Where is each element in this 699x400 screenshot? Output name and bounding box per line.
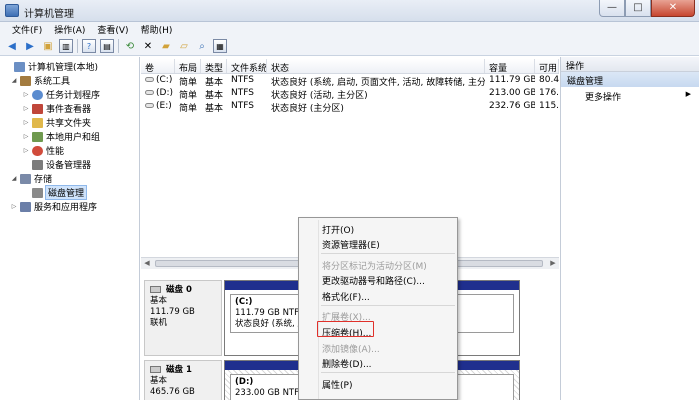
menu-gutter	[318, 220, 319, 399]
menu-separator	[321, 305, 455, 306]
disk-icon	[150, 366, 161, 373]
toolbar: ◀ ▶ ▣ ▥ ? ▤ ⟲ ✕ ▰ ▱ ⌕ ▦	[0, 37, 699, 56]
window-title: 计算机管理	[24, 9, 74, 20]
disk-management-icon	[32, 187, 43, 198]
table-row[interactable]: (E:) 简单 基本 NTFS 状态良好 (主分区) 232.76 GB 115…	[141, 100, 559, 113]
tree-expander[interactable]: ◢	[10, 175, 18, 182]
shrink-volume-highlight	[317, 321, 374, 337]
menu-item-change-drive-letter[interactable]: 更改驱动器号和路径(C)...	[322, 274, 425, 287]
tree-expander[interactable]: ◢	[10, 77, 18, 84]
column-header-filesystem[interactable]: 文件系统	[227, 59, 267, 73]
table-row[interactable]: (C:) 简单 基本 NTFS 状态良好 (系统, 启动, 页面文件, 活动, …	[141, 74, 559, 87]
actions-section-disk-management[interactable]: 磁盘管理	[561, 72, 699, 87]
column-header-status[interactable]: 状态	[267, 59, 485, 73]
event-viewer-icon	[32, 103, 43, 114]
column-header-free[interactable]: 可用	[535, 59, 559, 73]
column-header-volume[interactable]: 卷	[141, 59, 175, 73]
column-header-layout[interactable]: 布局	[175, 59, 201, 73]
console-pane-icon[interactable]: ▤	[100, 39, 114, 53]
services-icon	[20, 201, 31, 212]
tree-item-services-applications[interactable]: ▷ 服务和应用程序	[10, 200, 97, 213]
computer-management-icon	[5, 4, 19, 17]
tree-expander[interactable]: ▷	[22, 105, 30, 112]
clock-icon	[32, 89, 43, 100]
device-manager-icon	[32, 159, 43, 170]
toolbar-separator	[118, 39, 119, 53]
refresh-icon[interactable]: ⟲	[123, 39, 137, 53]
tree-item-storage[interactable]: ◢ 存储	[10, 172, 52, 185]
disk-1-info[interactable]: 磁盘 1 基本 465.76 GB	[144, 360, 222, 400]
menu-item-mark-active: 将分区标记为活动分区(M)	[322, 262, 427, 272]
drive-icon	[145, 103, 154, 108]
system-tools-icon	[20, 75, 31, 86]
menu-separator	[321, 253, 455, 254]
window-controls: — □ ✕	[599, 0, 695, 18]
drive-icon	[145, 90, 154, 95]
menu-help[interactable]: 帮助(H)	[135, 22, 179, 37]
menu-file[interactable]: 文件(F)	[6, 22, 48, 37]
tree-expander[interactable]: ▷	[22, 133, 30, 140]
computer-icon	[14, 61, 25, 72]
console-tree: 计算机管理(本地) ◢ 系统工具 ▷ 任务计划程序 ▷ 事件查看器 ▷ 共享文件…	[0, 57, 140, 400]
menu-separator	[321, 372, 455, 373]
menu-view[interactable]: 查看(V)	[91, 22, 134, 37]
drive-icon	[145, 77, 154, 82]
disk-0-info[interactable]: 磁盘 0 基本 111.79 GB 联机	[144, 280, 222, 356]
tree-item-computer-management[interactable]: 计算机管理(本地)	[4, 60, 98, 73]
tree-item-task-scheduler[interactable]: ▷ 任务计划程序	[22, 88, 100, 101]
chevron-right-icon: ▶	[685, 90, 691, 98]
up-folder-icon[interactable]: ▣	[41, 39, 55, 53]
column-header-type[interactable]: 类型	[201, 59, 227, 73]
disk-icon	[150, 286, 161, 293]
users-icon	[32, 131, 43, 142]
maximize-button[interactable]: □	[625, 0, 651, 17]
tree-item-shared-folders[interactable]: ▷ 共享文件夹	[22, 116, 91, 129]
tree-item-performance[interactable]: ▷ 性能	[22, 144, 64, 157]
search-icon[interactable]: ⌕	[195, 39, 209, 53]
menu-item-properties[interactable]: 属性(P)	[322, 378, 352, 391]
minimize-button[interactable]: —	[599, 0, 625, 17]
column-header-capacity[interactable]: 容量	[485, 59, 535, 73]
menu-bar: 文件(F) 操作(A) 查看(V) 帮助(H)	[0, 22, 699, 37]
scroll-right-icon[interactable]: ▶	[548, 258, 558, 269]
tree-item-event-viewer[interactable]: ▷ 事件查看器	[22, 102, 91, 115]
properties-icon[interactable]: ▦	[213, 39, 227, 53]
tree-expander[interactable]: ▷	[10, 203, 18, 210]
help-icon[interactable]: ?	[82, 39, 96, 53]
show-hide-tree-icon[interactable]: ▥	[59, 39, 73, 53]
table-row[interactable]: (D:) 简单 基本 NTFS 状态良好 (活动, 主分区) 213.00 GB…	[141, 87, 559, 100]
tree-item-local-users-groups[interactable]: ▷ 本地用户和组	[22, 130, 100, 143]
back-arrow-icon[interactable]: ◀	[5, 39, 19, 53]
actions-header: 操作	[561, 57, 699, 72]
performance-icon	[32, 145, 43, 156]
title-bar: 计算机管理 — □ ✕	[0, 0, 699, 22]
toolbar-separator	[77, 39, 78, 53]
volume-list-header: 卷 布局 类型 文件系统 状态 容量 可用	[141, 59, 559, 74]
scroll-left-icon[interactable]: ◀	[142, 258, 152, 269]
forward-arrow-icon[interactable]: ▶	[23, 39, 37, 53]
menu-item-explorer[interactable]: 资源管理器(E)	[322, 238, 380, 251]
menu-item-delete-volume[interactable]: 删除卷(D)...	[322, 357, 372, 370]
tree-expander[interactable]: ▷	[22, 147, 30, 154]
shared-folder-icon	[32, 117, 43, 128]
storage-icon	[20, 173, 31, 184]
tree-item-device-manager[interactable]: 设备管理器	[22, 158, 91, 171]
actions-pane: 操作 磁盘管理 更多操作 ▶	[560, 57, 699, 400]
menu-action[interactable]: 操作(A)	[48, 22, 91, 37]
tree-item-disk-management[interactable]: 磁盘管理	[22, 185, 88, 200]
context-menu: 打开(O) 资源管理器(E) 将分区标记为活动分区(M) 更改驱动器号和路径(C…	[298, 217, 458, 400]
menu-item-open[interactable]: 打开(O)	[322, 223, 354, 236]
export-icon[interactable]: ▱	[177, 39, 191, 53]
open-folder-icon[interactable]: ▰	[159, 39, 173, 53]
menu-item-format[interactable]: 格式化(F)...	[322, 290, 370, 303]
close-button[interactable]: ✕	[651, 0, 695, 17]
tree-expander[interactable]: ▷	[22, 119, 30, 126]
tree-expander[interactable]: ▷	[22, 91, 30, 98]
tree-item-system-tools[interactable]: ◢ 系统工具	[10, 74, 70, 87]
delete-icon[interactable]: ✕	[141, 39, 155, 53]
more-actions-item[interactable]: 更多操作 ▶	[561, 87, 699, 103]
menu-item-add-mirror: 添加镜像(A)...	[322, 345, 380, 355]
